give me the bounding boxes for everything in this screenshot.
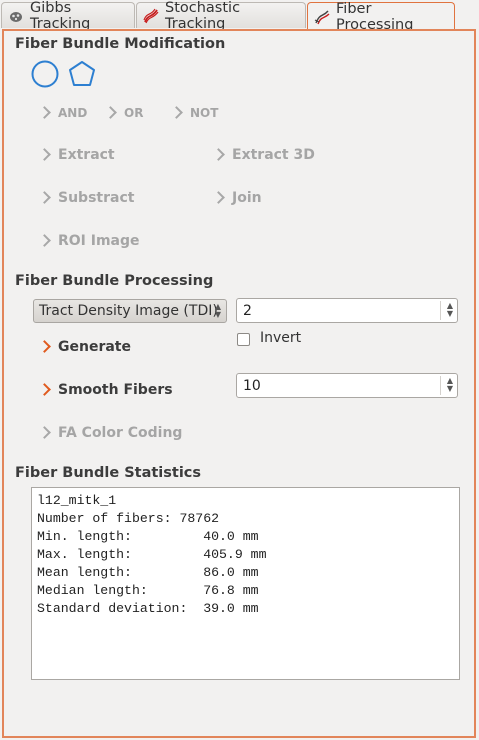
chevron-right-icon	[104, 105, 117, 119]
join-button[interactable]: Join	[212, 190, 262, 206]
fa-color-coding-label: FA Color Coding	[58, 425, 183, 441]
statistics-textbox[interactable]: l12_mitk_1 Number of fibers: 78762 Min. …	[31, 487, 460, 680]
roi-image-label: ROI Image	[58, 233, 140, 249]
circle-roi-button[interactable]	[30, 59, 60, 93]
chevron-right-icon	[38, 425, 51, 439]
extract-3d-button[interactable]: Extract 3D	[212, 147, 315, 163]
invert-checkbox[interactable]	[237, 333, 250, 346]
substract-button[interactable]: Substract	[38, 190, 135, 206]
spin-arrows-icon[interactable]: ▲ ▼	[447, 377, 453, 393]
polygon-roi-icon	[69, 61, 95, 86]
gibbs-tracking-icon	[8, 8, 24, 24]
not-button[interactable]: NOT	[170, 105, 219, 120]
updown-arrows-icon: ▲ ▼	[214, 302, 221, 319]
chevron-right-icon	[212, 147, 225, 161]
stochastic-tracking-icon	[143, 8, 159, 24]
smooth-spinbox[interactable]: 10 ▲ ▼	[236, 373, 458, 398]
smooth-fibers-button[interactable]: Smooth Fibers	[38, 382, 173, 398]
processing-method-value: Tract Density Image (TDI)	[39, 303, 218, 319]
extract-button[interactable]: Extract	[38, 147, 115, 163]
tab-label: Fiber Processing	[336, 0, 414, 33]
substract-label: Substract	[58, 190, 135, 206]
chevron-right-icon	[212, 190, 225, 204]
invert-label[interactable]: Invert	[260, 330, 301, 346]
spin-arrows-icon[interactable]: ▲ ▼	[447, 302, 453, 318]
generate-label: Generate	[58, 339, 131, 355]
fiber-processing-panel: Fiber Bundle Modification AND OR NOT Ext…	[2, 29, 476, 738]
tab-label: Gibbs Tracking	[30, 0, 91, 32]
processing-title: Fiber Bundle Processing	[15, 273, 214, 289]
chevron-right-icon	[38, 105, 51, 119]
or-button[interactable]: OR	[104, 105, 144, 120]
or-label: OR	[124, 106, 144, 120]
chevron-right-icon	[38, 147, 51, 161]
fa-color-coding-button[interactable]: FA Color Coding	[38, 425, 183, 441]
chevron-right-icon	[38, 233, 51, 247]
circle-roi-icon	[31, 60, 59, 88]
tab-label: Stochastic Tracking	[165, 0, 241, 32]
processing-method-select[interactable]: Tract Density Image (TDI) ▲ ▼	[33, 299, 227, 323]
modification-title: Fiber Bundle Modification	[15, 36, 226, 52]
upsampling-spinbox[interactable]: 2 ▲ ▼	[236, 298, 458, 323]
statistics-title: Fiber Bundle Statistics	[15, 465, 202, 481]
tab-bar: Gibbs Tracking Stochastic Tracking Fiber…	[0, 0, 479, 33]
smooth-value: 10	[243, 377, 261, 394]
chevron-right-icon	[38, 190, 51, 204]
chevron-right-icon	[38, 382, 51, 396]
upsampling-value: 2	[243, 302, 252, 319]
chevron-right-icon	[38, 339, 51, 353]
tab-gibbs-tracking[interactable]: Gibbs Tracking	[1, 0, 135, 32]
fiber-processing-icon	[314, 9, 330, 25]
smooth-fibers-label: Smooth Fibers	[58, 382, 173, 398]
not-label: NOT	[190, 106, 219, 120]
extract-3d-label: Extract 3D	[232, 147, 315, 163]
and-label: AND	[58, 106, 88, 120]
join-label: Join	[232, 190, 262, 206]
chevron-right-icon	[170, 105, 183, 119]
tab-fiber-processing[interactable]: Fiber Processing	[307, 0, 455, 33]
extract-label: Extract	[58, 147, 115, 163]
tab-stochastic-tracking[interactable]: Stochastic Tracking	[136, 0, 306, 32]
and-button[interactable]: AND	[38, 105, 88, 120]
polygon-roi-button[interactable]	[67, 59, 97, 93]
roi-image-button[interactable]: ROI Image	[38, 233, 140, 249]
generate-button[interactable]: Generate	[38, 339, 131, 355]
